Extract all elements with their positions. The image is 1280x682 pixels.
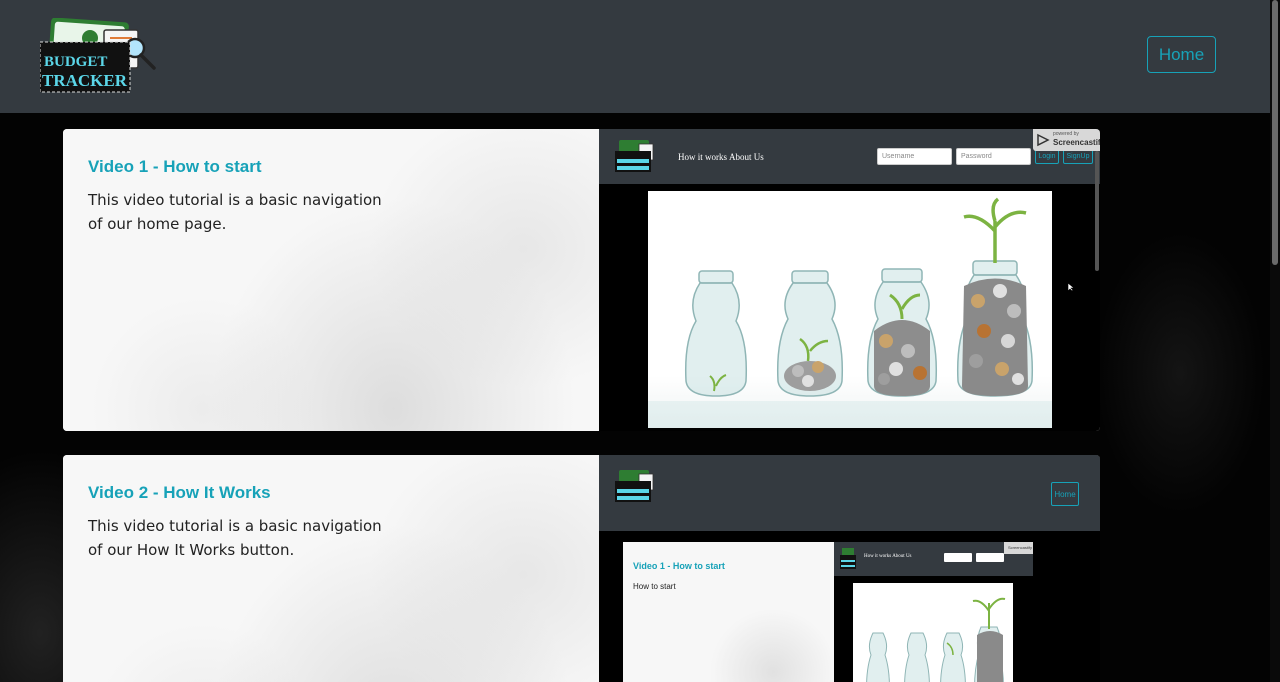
jar-1: [684, 270, 748, 397]
nested-nav-links: How it works About Us: [864, 554, 912, 559]
preview-login-button: Login: [1035, 149, 1059, 164]
screencastify-play-icon: [1037, 133, 1050, 147]
scrollbar-thumb[interactable]: [1272, 0, 1278, 265]
nested-preview: Video 1 - How to start How to start How …: [623, 542, 1033, 682]
video-title: Video 2 - How It Works: [88, 483, 271, 502]
preview-navbar: Home: [599, 455, 1100, 531]
preview-scrollbar: [1095, 151, 1099, 271]
video-title: Video 1 - How to start: [88, 157, 262, 176]
budget-tracker-logo[interactable]: BUDGET TRACKER: [40, 18, 158, 94]
nested-password-input: [976, 553, 1004, 562]
video-description: This video tutorial is a basic navigatio…: [88, 191, 382, 233]
video-player[interactable]: How it works About Us Username Password …: [599, 129, 1100, 431]
video-player[interactable]: Home Video 1 - How to start How to start…: [599, 455, 1100, 682]
video-card-1: Video 1 - How to start This video tutori…: [63, 129, 1100, 431]
nested-video-title: Video 1 - How to start: [633, 561, 725, 571]
logo-text-tracker: TRACKER: [42, 71, 128, 90]
preview-navbar: How it works About Us Username Password …: [599, 129, 1100, 184]
preview-link-how-it-works: How it works: [678, 152, 727, 162]
nested-username-input: [944, 553, 972, 562]
preview-signup-button: SignUp: [1063, 149, 1093, 164]
nested-video-description: How to start: [633, 582, 676, 591]
nested-logo: [840, 548, 856, 569]
page-scrollbar[interactable]: [1270, 0, 1280, 682]
home-button[interactable]: Home: [1147, 36, 1216, 73]
preview-username-input: Username: [877, 148, 952, 165]
mouse-cursor-icon: [1067, 282, 1075, 292]
card-text-panel: Video 2 - How It Works This video tutori…: [63, 455, 599, 682]
preview-link-about-us: About Us: [729, 152, 764, 162]
nested-watermark: Screencastify: [1004, 542, 1033, 554]
nested-navbar: How it works About Us Screencastify: [834, 542, 1033, 576]
nested-text-panel: Video 1 - How to start How to start: [623, 542, 834, 682]
navbar: BUDGET TRACKER Home: [0, 0, 1280, 113]
logo-text-budget: BUDGET: [44, 54, 107, 70]
card-text-panel: Video 1 - How to start This video tutori…: [63, 129, 599, 431]
preview-logo: [615, 470, 654, 502]
video-card-2: Video 2 - How It Works This video tutori…: [63, 455, 1100, 682]
nested-video-player: How it works About Us Screencastify: [834, 542, 1033, 682]
watermark-powered-by: powered by: [1053, 131, 1079, 137]
nested-jars-image: [853, 583, 1013, 682]
preview-password-input: Password: [956, 148, 1031, 165]
screencastify-watermark: powered by Screencastify: [1033, 129, 1100, 151]
money-jars-image: [648, 191, 1052, 428]
preview-logo: [615, 140, 654, 172]
preview-home-button: Home: [1051, 482, 1079, 506]
watermark-brand: Screencastify: [1053, 138, 1100, 147]
video-description: This video tutorial is a basic navigatio…: [88, 517, 382, 559]
